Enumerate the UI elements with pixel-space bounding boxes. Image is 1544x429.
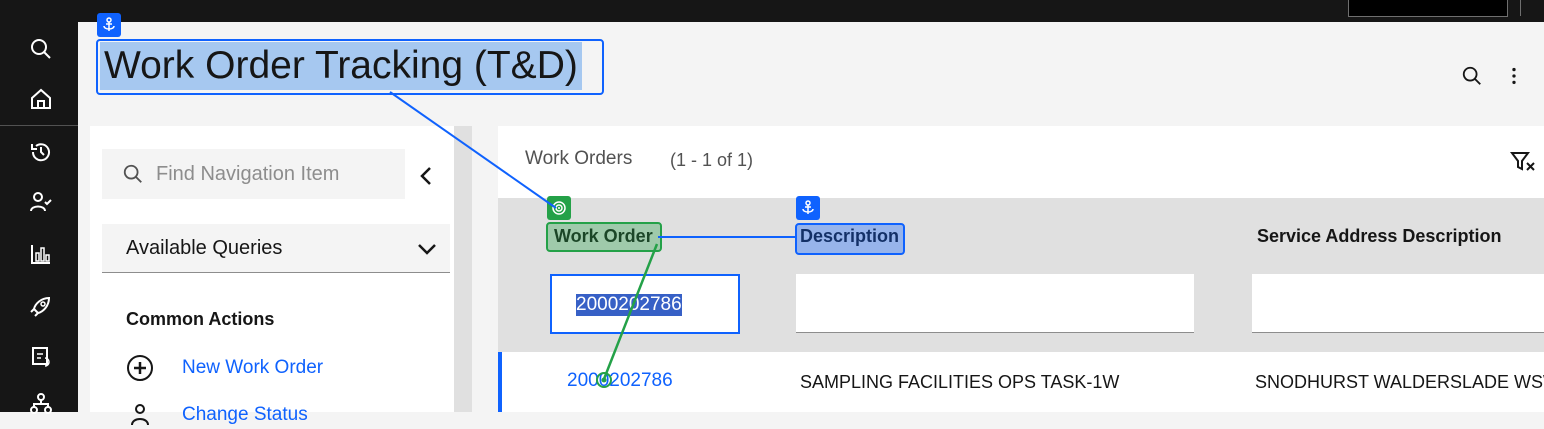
window-edge <box>1520 0 1544 16</box>
user-check-icon[interactable] <box>27 188 55 216</box>
description-filter-input[interactable] <box>796 274 1194 333</box>
work-orders-table: Work Orders (1 - 1 of 1) Work Order Desc… <box>498 126 1544 412</box>
column-header-service-address[interactable]: Service Address Description <box>1257 226 1501 247</box>
description-cell: SAMPLING FACILITIES OPS TASK-1W <box>800 372 1120 392</box>
target-icon <box>547 196 571 220</box>
person-icon <box>126 401 154 429</box>
left-nav <box>0 22 78 414</box>
collapse-panel-icon[interactable] <box>416 164 436 188</box>
chart-icon[interactable] <box>27 240 55 268</box>
work-order-filter-value: 2000202786 <box>576 294 682 316</box>
table-count: (1 - 1 of 1) <box>670 150 754 170</box>
change-status-action[interactable]: Change Status <box>126 401 308 429</box>
side-panel-scrollbar[interactable] <box>454 126 472 412</box>
annotation-box-work-order <box>546 222 662 252</box>
service-address-cell: SNODHURST WALDERSLADE WSW <box>1255 372 1544 392</box>
redacted-box <box>1348 0 1508 17</box>
new-work-order-label: New Work Order <box>182 357 324 378</box>
row-selected-indicator <box>498 352 502 412</box>
anchor-icon <box>97 13 121 37</box>
chevron-down-icon <box>416 238 438 265</box>
common-actions-title: Common Actions <box>126 309 275 329</box>
calendar-sync-icon[interactable] <box>27 342 55 370</box>
search-placeholder: Find Navigation Item <box>156 162 340 185</box>
clear-filter-icon[interactable] <box>1510 150 1536 174</box>
table-row[interactable]: 2000202786 SAMPLING FACILITIES OPS TASK-… <box>498 352 1544 412</box>
find-navigation-input[interactable]: Find Navigation Item <box>102 149 405 199</box>
work-order-filter-input[interactable]: 2000202786 <box>550 274 740 334</box>
annotation-box-title <box>96 39 604 95</box>
search-icon[interactable] <box>27 35 55 63</box>
new-work-order-action[interactable]: New Work Order <box>126 354 323 382</box>
table-title: Work Orders <box>525 148 633 169</box>
nav-divider <box>0 125 78 126</box>
queries-label: Available Queries <box>126 236 283 259</box>
side-panel: Find Navigation Item Available Queries C… <box>90 126 472 426</box>
history-icon[interactable] <box>27 138 55 166</box>
anchor-icon <box>796 196 820 220</box>
rocket-icon[interactable] <box>27 292 55 320</box>
overflow-menu-icon[interactable] <box>1500 62 1528 90</box>
header-search-icon[interactable] <box>1458 62 1486 90</box>
home-icon[interactable] <box>27 85 55 113</box>
available-queries-dropdown[interactable]: Available Queries <box>102 224 450 273</box>
top-bar <box>0 0 1544 22</box>
work-order-link[interactable]: 2000202786 <box>567 370 673 392</box>
add-circle-icon <box>126 354 154 382</box>
search-icon <box>122 163 144 185</box>
org-chart-icon[interactable] <box>27 390 55 418</box>
annotation-box-description <box>795 223 905 255</box>
service-address-filter-input[interactable] <box>1252 274 1544 333</box>
change-status-label: Change Status <box>182 404 308 425</box>
